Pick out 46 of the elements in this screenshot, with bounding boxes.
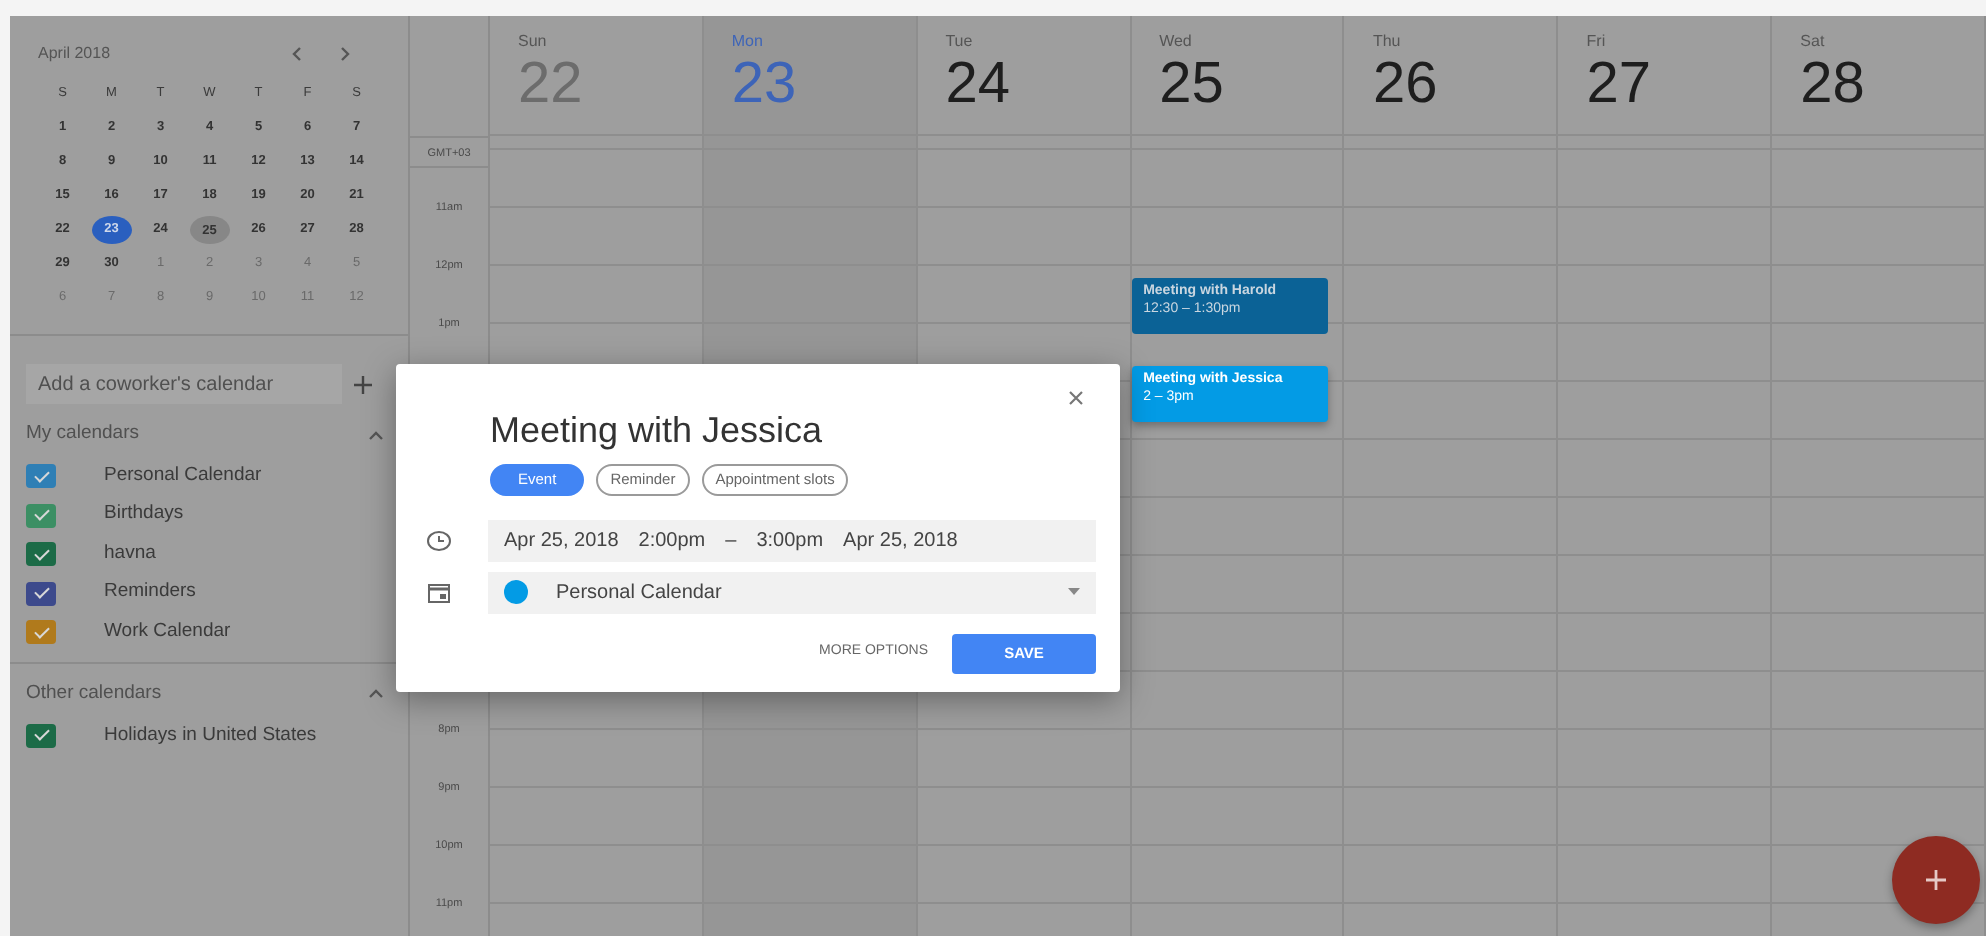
calendar-select[interactable]: Personal Calendar xyxy=(488,571,1096,613)
date-number[interactable]: 24 xyxy=(945,52,1130,116)
weekday-label: Tue xyxy=(945,32,975,52)
chevron-up-icon[interactable] xyxy=(368,429,384,440)
date-time-field[interactable]: Apr 25, 2018 2:00pm – 3:00pm Apr 25, 2018 xyxy=(488,519,1096,561)
calendar-name: Reminders xyxy=(104,578,196,607)
checkbox[interactable] xyxy=(26,620,56,644)
checkbox[interactable] xyxy=(26,723,56,748)
plus-icon xyxy=(1926,870,1946,890)
calendar-icon xyxy=(426,581,452,603)
month-label: April 2018 xyxy=(38,42,111,66)
calendar-name: Personal Calendar xyxy=(104,461,262,490)
chevron-up-icon[interactable] xyxy=(368,688,384,699)
search-field[interactable]: Add a coworker's calendar xyxy=(26,364,342,404)
weekday-label: Mon xyxy=(731,32,765,52)
chevron-left-icon[interactable] xyxy=(290,46,302,62)
calendar-name: Holidays in United States xyxy=(104,721,317,750)
weekday-label: Wed xyxy=(1159,32,1194,52)
checkbox[interactable] xyxy=(26,581,56,605)
calendar-name: havna xyxy=(104,539,156,568)
weekday-label: Fri xyxy=(1586,32,1608,52)
weekday-label: Thu xyxy=(1372,32,1403,52)
chevron-right-icon[interactable] xyxy=(340,46,352,62)
section-title: My calendars xyxy=(26,420,139,448)
date-number[interactable]: 27 xyxy=(1586,52,1771,116)
close-icon[interactable] xyxy=(1068,390,1084,406)
date-number[interactable]: 25 xyxy=(1159,52,1343,116)
date-number[interactable]: 26 xyxy=(1372,52,1557,116)
weekday-label: Sun xyxy=(518,32,549,52)
time-text[interactable]: 2:00pm xyxy=(638,525,706,555)
date-text[interactable]: Apr 25, 2018 xyxy=(843,525,958,555)
dash-text[interactable]: – xyxy=(725,525,737,555)
time-text[interactable]: 3:00pm xyxy=(756,525,824,555)
checkbox[interactable] xyxy=(26,542,56,566)
calendar-name: Birthdays xyxy=(104,500,184,529)
checkbox[interactable] xyxy=(26,464,56,488)
add-icon[interactable] xyxy=(354,375,372,393)
date-number[interactable]: 28 xyxy=(1800,52,1985,116)
caret-icon xyxy=(1068,588,1080,596)
section-title: Other calendars xyxy=(26,679,162,708)
weekday-label: Sat xyxy=(1800,32,1827,52)
clock-icon xyxy=(426,529,452,551)
date-text[interactable]: Apr 25, 2018 xyxy=(504,525,619,555)
title-field[interactable]: Meeting with Jessica xyxy=(490,404,930,456)
checkbox[interactable] xyxy=(26,503,56,527)
calendar-name: Work Calendar xyxy=(104,617,231,646)
